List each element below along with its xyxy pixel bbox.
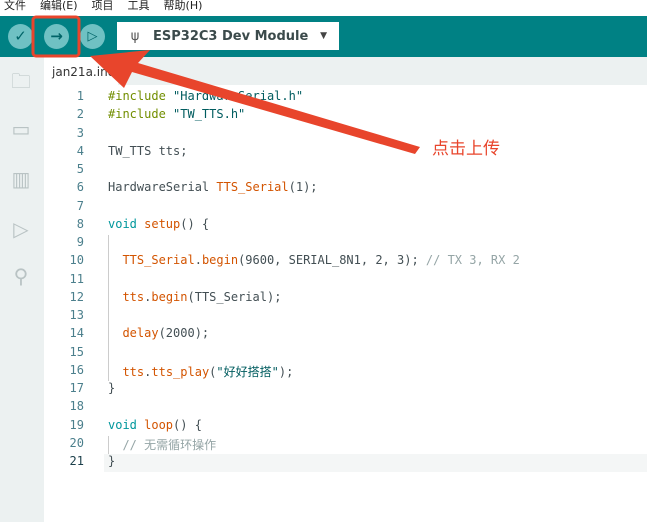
annotation-overlay [31,15,420,154]
arrow-icon [90,50,420,154]
highlight-box [31,15,81,58]
